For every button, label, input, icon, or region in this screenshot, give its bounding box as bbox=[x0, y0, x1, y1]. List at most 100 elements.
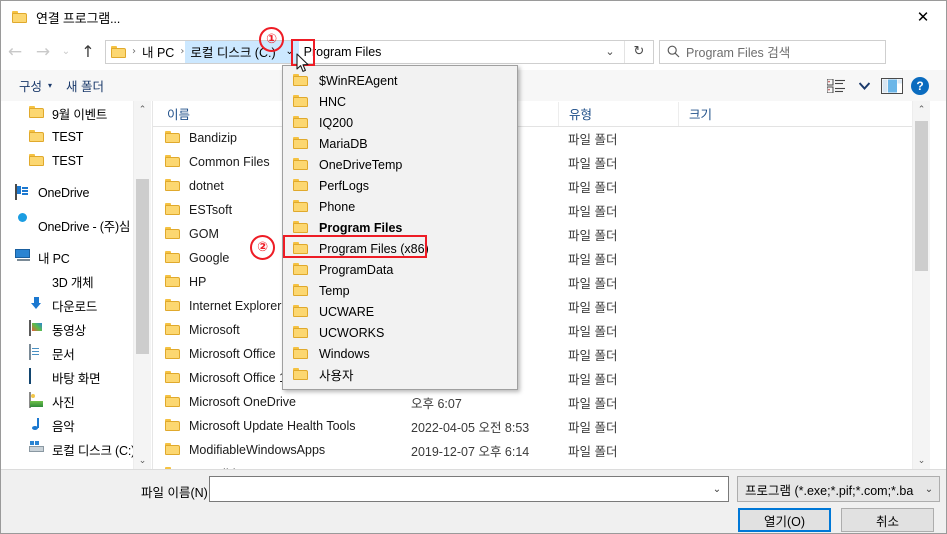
dropdown-item-iq200[interactable]: IQ200 bbox=[283, 112, 517, 133]
folder-icon bbox=[293, 241, 309, 257]
view-list-icon[interactable] bbox=[822, 74, 850, 98]
file-list: 이름 유형 크기 Bandizip 오후 1:34 파일 폴더 Common F… bbox=[152, 101, 930, 469]
chevron-down-icon: ▾ bbox=[48, 81, 53, 90]
file-name-input[interactable]: ⌄ bbox=[209, 476, 729, 502]
navigation-sidebar: 9월 이벤트 TEST TEST OneDrive OneDrive - (주)… bbox=[1, 101, 151, 469]
file-name-chevron-down-icon[interactable]: ⌄ bbox=[706, 484, 728, 495]
sidebar-item-label: OneDrive - (주)심 bbox=[38, 219, 131, 234]
table-row[interactable]: Microsoft Office 오전 8:58 파일 폴더 bbox=[153, 342, 930, 366]
table-row[interactable]: Common Files 오후 4:13 파일 폴더 bbox=[153, 150, 930, 174]
open-button[interactable]: 열기(O) bbox=[738, 508, 831, 532]
back-icon[interactable]: ← bbox=[1, 37, 29, 67]
file-date-cell: 오후 6:07 bbox=[411, 396, 462, 411]
dropdown-item-temp[interactable]: Temp bbox=[283, 280, 517, 301]
sidebar-item-downloads[interactable]: 다운로드 bbox=[1, 293, 151, 317]
up-icon[interactable]: ↑ bbox=[75, 37, 101, 67]
table-row[interactable]: Internet Explorer 오후 6:34 파일 폴더 bbox=[153, 294, 930, 318]
cancel-button[interactable]: 취소 bbox=[841, 508, 934, 532]
table-row[interactable]: Microsoft Update Health Tools 2022-04-05… bbox=[153, 414, 930, 438]
downloads-icon bbox=[29, 297, 45, 313]
sidebar-scrollbar[interactable]: ⌃ ⌄ bbox=[133, 101, 151, 469]
sidebar-item-pictures[interactable]: 사진 bbox=[1, 389, 151, 413]
dropdown-item-onedrivetemp[interactable]: OneDriveTemp bbox=[283, 154, 517, 175]
sidebar-scroll-thumb[interactable] bbox=[136, 179, 149, 354]
file-type-cell: 파일 폴더 bbox=[568, 444, 618, 459]
dropdown-item-users[interactable]: 사용자 bbox=[283, 364, 517, 385]
window-title: 연결 프로그램... bbox=[36, 10, 121, 26]
search-box[interactable]: Program Files 검색 bbox=[659, 39, 886, 64]
search-icon bbox=[660, 45, 686, 58]
refresh-icon[interactable]: ↻ bbox=[624, 40, 653, 63]
sidebar-item-music[interactable]: 음악 bbox=[1, 413, 151, 437]
help-button[interactable]: ? bbox=[906, 74, 934, 98]
breadcrumb-program-files[interactable]: Program Files bbox=[299, 41, 387, 63]
sidebar-item-onedrive[interactable]: OneDrive bbox=[1, 181, 151, 205]
sidebar-item-test-1[interactable]: TEST bbox=[1, 125, 151, 149]
sidebar-item-label: 로컬 디스크 (C:) bbox=[52, 443, 136, 458]
dropdown-item-program-files[interactable]: Program Files bbox=[283, 217, 517, 238]
table-row[interactable]: ESTsoft 오후 5:13 파일 폴더 bbox=[153, 198, 930, 222]
sidebar-item-3d-objects[interactable]: 3D 개체 bbox=[1, 269, 151, 293]
file-type-filter-select[interactable]: 프로그램 (*.exe;*.pif;*.com;*.ba ⌄ bbox=[737, 476, 940, 502]
breadcrumb-this-pc[interactable]: 내 PC bbox=[137, 41, 179, 63]
dropdown-item-ucworks[interactable]: UCWORKS bbox=[283, 322, 517, 343]
file-list-scrollbar[interactable]: ⌃ ⌄ bbox=[912, 101, 930, 469]
resize-grip[interactable] bbox=[931, 520, 943, 532]
dropdown-item-windows[interactable]: Windows bbox=[283, 343, 517, 364]
table-row[interactable]: Microsoft OneDrive 오후 6:07 파일 폴더 bbox=[153, 390, 930, 414]
file-type-cell: 파일 폴더 bbox=[568, 180, 618, 195]
dropdown-item-program-files-x86[interactable]: Program Files (x86) bbox=[283, 238, 517, 259]
preview-pane-icon[interactable] bbox=[878, 74, 906, 98]
folder-icon bbox=[165, 418, 181, 434]
scroll-down-icon[interactable]: ⌄ bbox=[913, 452, 930, 469]
new-folder-button[interactable]: 새 폴더 bbox=[59, 75, 111, 97]
sidebar-item-desktop[interactable]: 바탕 화면 bbox=[1, 365, 151, 389]
close-button[interactable]: ✕ bbox=[900, 1, 946, 32]
sidebar-item-documents[interactable]: 문서 bbox=[1, 341, 151, 365]
dropdown-item-perflogs[interactable]: PerfLogs bbox=[283, 175, 517, 196]
folder-icon bbox=[165, 202, 181, 218]
scroll-down-icon[interactable]: ⌄ bbox=[134, 452, 151, 469]
table-row[interactable]: HP 오전 9:10 파일 폴더 bbox=[153, 270, 930, 294]
sidebar-item-test-2[interactable]: TEST bbox=[1, 149, 151, 173]
sidebar-item-onedrive-business[interactable]: OneDrive - (주)심 bbox=[1, 213, 151, 237]
folder-icon bbox=[293, 346, 309, 362]
folder-icon bbox=[165, 250, 181, 266]
view-chevron-down-icon[interactable] bbox=[850, 74, 878, 98]
sidebar-item-september-event[interactable]: 9월 이벤트 bbox=[1, 101, 151, 125]
breadcrumb-dropdown-menu[interactable]: $WinREAgent HNC IQ200 MariaDB OneDriveTe… bbox=[282, 65, 518, 390]
filter-chevron-down-icon[interactable]: ⌄ bbox=[919, 484, 939, 495]
onedrive-box-icon bbox=[15, 184, 31, 201]
table-row[interactable]: Bandizip 오후 1:34 파일 폴더 bbox=[153, 126, 930, 150]
dropdown-item-winreagent[interactable]: $WinREAgent bbox=[283, 70, 517, 91]
recent-locations-icon[interactable]: ⌄ bbox=[57, 37, 75, 67]
folder-icon bbox=[29, 129, 45, 145]
column-header-size[interactable]: 크기 bbox=[678, 101, 758, 126]
table-row[interactable]: Microsoft 오후 1:11 파일 폴더 bbox=[153, 318, 930, 342]
scroll-up-icon[interactable]: ⌃ bbox=[134, 101, 151, 118]
address-bar[interactable]: › 내 PC › 로컬 디스크 (C:) ⌄ Program Files ⌄ ↻ bbox=[105, 39, 654, 64]
column-header-type[interactable]: 유형 bbox=[558, 101, 678, 126]
sidebar-item-this-pc[interactable]: 내 PC bbox=[1, 245, 151, 269]
address-dropdown-icon[interactable]: ⌄ bbox=[596, 41, 624, 63]
folder-icon bbox=[165, 298, 181, 314]
table-row[interactable]: ModifiableWindowsApps 2019-12-07 오후 6:14… bbox=[153, 438, 930, 462]
file-rows: Bandizip 오후 1:34 파일 폴더 Common Files 오후 4… bbox=[153, 126, 930, 469]
sidebar-item-local-disk-c[interactable]: 로컬 디스크 (C:) bbox=[1, 437, 151, 461]
table-row[interactable]: dotnet 오후 2:26 파일 폴더 bbox=[153, 174, 930, 198]
window-folder-icon bbox=[12, 10, 28, 24]
dropdown-item-phone[interactable]: Phone bbox=[283, 196, 517, 217]
file-list-scroll-thumb[interactable] bbox=[915, 121, 928, 271]
forward-icon[interactable]: → bbox=[29, 37, 57, 67]
organize-button[interactable]: 구성 ▾ bbox=[12, 75, 59, 97]
dropdown-item-ucware[interactable]: UCWARE bbox=[283, 301, 517, 322]
dropdown-item-hnc[interactable]: HNC bbox=[283, 91, 517, 112]
dropdown-item-programdata[interactable]: ProgramData bbox=[283, 259, 517, 280]
table-row[interactable]: MSBuild 2021-08-03 오후 6:26 파일 폴더 bbox=[153, 462, 930, 469]
sidebar-item-videos[interactable]: 동영상 bbox=[1, 317, 151, 341]
scroll-up-icon[interactable]: ⌃ bbox=[913, 101, 930, 118]
folder-icon bbox=[293, 178, 309, 194]
folder-icon bbox=[165, 178, 181, 194]
dropdown-item-mariadb[interactable]: MariaDB bbox=[283, 133, 517, 154]
table-row[interactable]: Microsoft Office 15 오후 4:08 파일 폴더 bbox=[153, 366, 930, 390]
